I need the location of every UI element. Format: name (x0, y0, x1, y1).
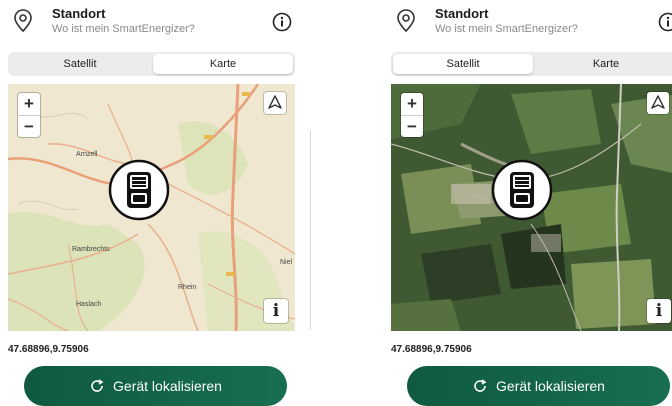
town-label: Rhein (178, 284, 196, 291)
town-label: Rambrechts (72, 246, 110, 253)
zoom-in-icon[interactable]: + (401, 93, 423, 115)
compass-icon[interactable] (647, 92, 669, 114)
location-pin-icon (397, 9, 415, 33)
info-circle-icon[interactable] (272, 12, 292, 32)
map-view[interactable]: + − i (391, 84, 672, 331)
location-pin-icon (14, 9, 32, 33)
tab-satellit[interactable]: Satellit (393, 54, 533, 74)
refresh-icon (474, 379, 487, 392)
map-type-toggle: Satellit Karte (391, 52, 672, 76)
map-info-icon[interactable]: i (264, 299, 288, 323)
page-subtitle: Wo ist mein SmartEnergizer? (52, 23, 195, 35)
town-label: Arnzell (76, 151, 98, 158)
page-title: Standort (52, 6, 106, 21)
locate-device-label: Gerät lokalisieren (113, 378, 222, 394)
panel-satellit: Standort Wo ist mein SmartEnergizer? Sat… (383, 0, 672, 406)
page-subtitle: Wo ist mein SmartEnergizer? (435, 23, 578, 35)
location-header: Standort Wo ist mein SmartEnergizer? (383, 0, 672, 48)
location-header: Standort Wo ist mein SmartEnergizer? (0, 0, 300, 48)
smart-energizer-device-icon (108, 159, 170, 221)
refresh-icon (91, 379, 104, 392)
map-info-icon[interactable]: i (647, 299, 671, 323)
locate-device-button[interactable]: Gerät lokalisieren (407, 366, 670, 406)
zoom-in-icon[interactable]: + (18, 93, 40, 115)
panel-divider (310, 130, 311, 330)
map-view[interactable]: Arnzell Rambrechts Haslach Rhein Niel + … (8, 84, 295, 331)
compass-icon[interactable] (264, 92, 286, 114)
town-label: Haslach (76, 301, 101, 308)
zoom-control: + − (18, 93, 40, 137)
map-type-toggle: Satellit Karte (8, 52, 295, 76)
page-title: Standort (435, 6, 489, 21)
town-label: Niel (280, 259, 293, 266)
zoom-out-icon[interactable]: − (18, 115, 40, 138)
coordinates-label: 47.68896,9.75906 (8, 344, 89, 355)
smart-energizer-device-icon (491, 159, 553, 221)
info-circle-icon[interactable] (658, 12, 672, 32)
panel-karte: Standort Wo ist mein SmartEnergizer? Sat… (0, 0, 300, 406)
coordinates-label: 47.68896,9.75906 (391, 344, 472, 355)
locate-device-button[interactable]: Gerät lokalisieren (24, 366, 287, 406)
locate-device-label: Gerät lokalisieren (496, 378, 605, 394)
tab-karte[interactable]: Karte (153, 54, 293, 74)
tab-karte[interactable]: Karte (536, 54, 672, 74)
zoom-control: + − (401, 93, 423, 137)
tab-satellit[interactable]: Satellit (10, 54, 150, 74)
zoom-out-icon[interactable]: − (401, 115, 423, 138)
